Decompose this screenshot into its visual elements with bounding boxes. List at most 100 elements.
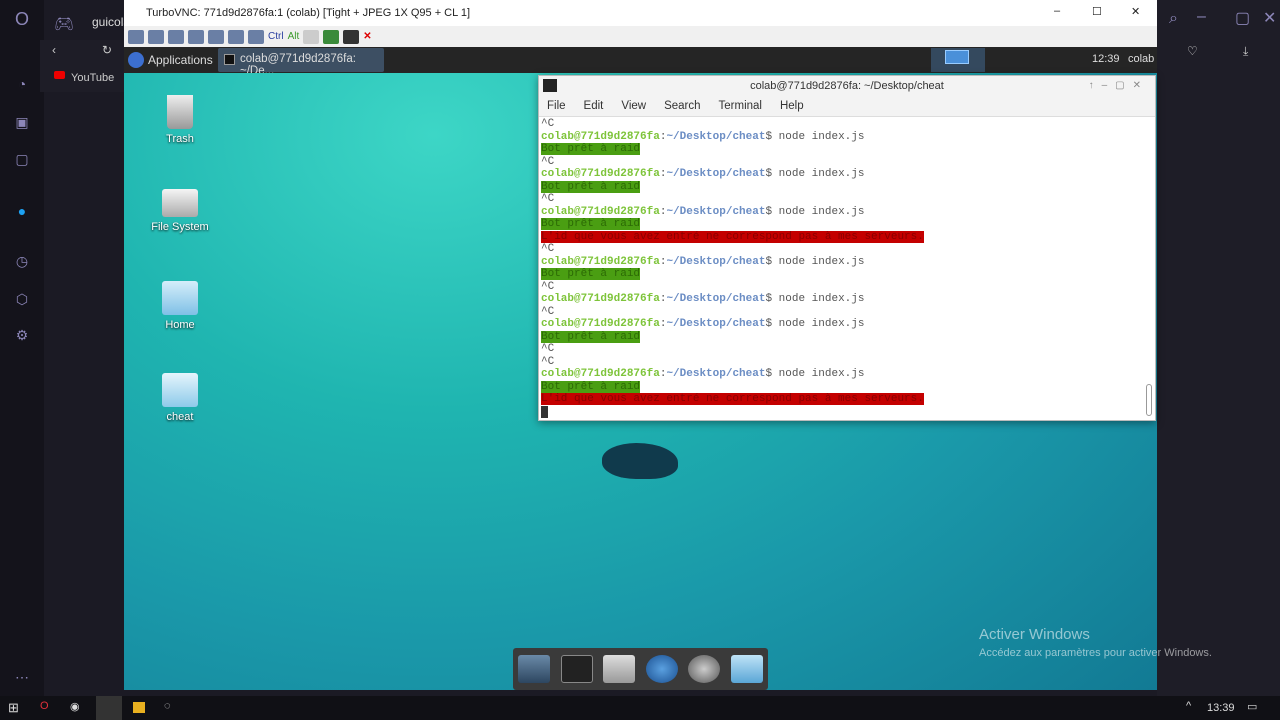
prompt-path: ~/Desktop/cheat [666,130,766,143]
terminal-line: colab@771d9d2876fa:~/Desktop/cheat$ node… [541,318,865,330]
bookmark-youtube[interactable]: YouTube [71,72,114,84]
prompt-path: ~/Desktop/cheat [666,318,766,330]
trash-icon [167,95,193,129]
opera-taskbar-icon[interactable]: O [40,700,49,712]
terminal-line: Bot prêt à raid [541,330,1141,344]
options-icon[interactable] [128,29,144,44]
turbovnc-taskbar-icon[interactable] [96,696,122,720]
terminal-line: ^C [541,281,1141,294]
tray-chevron-icon[interactable]: ^ [1186,700,1191,712]
prompt-user-host: colab@771d9d2876fa [541,205,660,218]
opera-sidebar: O ◔ ▣ ▢ ● ◷ ⬡ ⚙ ⋯ [0,0,44,696]
notifications-icon[interactable]: ▭ [1247,700,1257,713]
desktop: Trash File System Home cheat colab@771d9… [124,73,1157,690]
show-desktop-icon[interactable] [518,655,551,683]
bag-icon[interactable]: ▣ [13,113,31,131]
explorer-taskbar-icon[interactable] [133,702,145,713]
home-folder-icon [162,281,198,315]
close-icon[interactable]: ✕ [1263,8,1276,28]
applications-menu[interactable]: Applications [148,53,213,67]
alt-button[interactable]: Alt [288,31,300,42]
terminal-line: L'id que vous avez entré ne correspond p… [541,230,1141,244]
terminal-output[interactable]: ^C colab@771d9d2876fa:~/Desktop/cheat$ no… [541,118,1141,418]
panel-clock[interactable]: 12:39 [1092,53,1120,65]
new-connection-icon[interactable] [323,29,340,44]
ctrl-c: ^C [541,280,555,293]
settings-icon[interactable]: ⚙ [13,326,31,344]
desktop-icon-cheat[interactable]: cheat [140,373,220,423]
lossless-icon[interactable] [208,29,224,44]
terminal-scrollbar[interactable] [1146,384,1152,416]
command: node index.js [778,130,865,143]
error-message: L'id que vous avez entré ne correspond p… [541,393,924,405]
menu-view[interactable]: View [621,100,646,112]
save-icon[interactable] [343,29,360,44]
history-icon[interactable]: ◷ [13,252,31,270]
refresh-icon[interactable] [188,29,204,44]
ctrl-alt-del-icon[interactable] [248,29,264,44]
info-icon[interactable] [148,29,164,44]
close-button[interactable]: ✕ [1131,5,1140,18]
terminal-line: ^C [541,118,1141,131]
desktop-icon-home[interactable]: Home [140,281,220,331]
gamepad-icon[interactable]: 🎮︎ [54,14,74,34]
folder-launcher-icon[interactable] [730,655,763,683]
twitter-icon[interactable]: ● [13,202,31,220]
command: node index.js [778,293,865,305]
desktop-icon-trash[interactable]: Trash [140,95,220,145]
file-manager-icon[interactable] [603,655,636,683]
search-icon[interactable]: ⌕ [1169,10,1178,28]
terminal-line: ^C [541,243,1141,256]
reload-icon[interactable]: ↻ [102,43,112,57]
workspace-switcher[interactable] [931,48,985,72]
more-icon[interactable]: ⋯ [13,668,31,686]
back-icon[interactable]: ‹ [52,43,56,57]
cube-icon[interactable]: ⬡ [13,290,31,308]
maximize-icon[interactable]: ▢ [1235,8,1250,28]
panel-user[interactable]: colab [1128,53,1154,65]
ctrl-c: ^C [541,305,555,318]
heart-icon[interactable]: ♡ [1187,44,1198,58]
desktop-icon-file-system[interactable]: File System [140,189,220,233]
web-browser-icon[interactable] [645,655,678,683]
download-icon[interactable]: ⤓ [1243,44,1248,59]
maximize-button[interactable]: ☐ [1092,5,1102,18]
ctrl-button[interactable]: Ctrl [268,31,284,42]
menu-search[interactable]: Search [664,100,700,112]
terminal-launcher-icon[interactable] [560,655,593,683]
dock [513,648,768,690]
command: node index.js [778,255,865,268]
desktop-icon-label: cheat [166,411,194,423]
minimize-icon[interactable]: – [1197,8,1206,26]
terminal-line: colab@771d9d2876fa:~/Desktop/cheat$ node… [541,205,865,218]
opera-logo-icon[interactable]: O [13,10,31,28]
folder-icon [162,373,198,407]
twitch-icon[interactable]: ▢ [13,150,31,168]
bot-ready-message: Bot prêt à raid [541,380,641,393]
disconnect-icon[interactable]: ✕ [363,31,371,42]
terminal-icon [543,79,557,92]
fullscreen-icon[interactable] [168,29,184,44]
browser-nav: ‹ ↻ YouTube [40,40,130,92]
xfce-mouse-logo [602,443,678,479]
app-finder-icon[interactable] [688,655,721,683]
taskbar-terminal[interactable]: colab@771d9d2876fa: ~/De... [218,48,384,77]
window-controls[interactable]: ↑–▢✕ [1089,76,1149,96]
prompt-user-host: colab@771d9d2876fa [541,255,660,268]
command: node index.js [778,368,865,380]
prompt-user-host: colab@771d9d2876fa [541,368,660,380]
clipboard-icon[interactable] [303,29,320,44]
ctrl-c: ^C [541,355,555,368]
taskbar-clock[interactable]: 13:39 [1207,702,1235,714]
steam-taskbar-icon[interactable]: ◉ [70,700,80,713]
app-taskbar-icon[interactable]: ◌ [164,700,171,712]
menu-help[interactable]: Help [780,100,804,112]
menu-edit[interactable]: Edit [584,100,604,112]
windows-start-icon[interactable]: ⊞ [8,700,19,716]
speed-dial-icon[interactable]: ◔ [13,75,31,93]
watermark-title: Activer Windows [979,626,1090,643]
menu-file[interactable]: File [547,100,566,112]
zoom-icon[interactable] [228,29,244,44]
menu-terminal[interactable]: Terminal [719,100,762,112]
minimize-button[interactable]: – [1054,5,1060,17]
